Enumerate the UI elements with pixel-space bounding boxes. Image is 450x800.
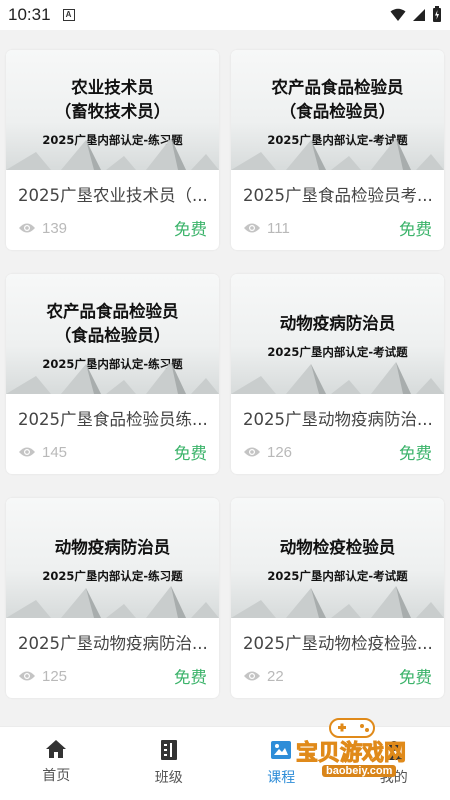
view-count-value: 139 <box>42 219 68 237</box>
thumb-title-2: （食品检验员） <box>54 326 171 345</box>
watermark-url: baobeiy.com <box>322 765 397 777</box>
view-count-value: 126 <box>267 443 293 461</box>
course-card[interactable]: 动物疫病防治员 2025广垦内部认定-考试题 2025广垦动物疫病防治... 1… <box>231 274 444 474</box>
view-count: 125 <box>18 668 67 685</box>
battery-icon <box>433 6 441 22</box>
course-meta: 22 免费 <box>231 656 444 688</box>
course-title: 2025广垦动物疫病防治... <box>18 634 208 653</box>
course-title: 2025广垦动物疫病防治... <box>243 410 433 429</box>
status-bar: 10:31 A <box>0 0 450 30</box>
course-card[interactable]: 动物疫病防治员 2025广垦内部认定-练习题 2025广垦动物疫病防治... 1… <box>6 498 219 698</box>
eye-icon <box>19 671 35 681</box>
mountain-decoration <box>6 138 219 170</box>
watermark-title: 宝贝游戏网 <box>295 741 407 767</box>
tab-label: 首页 <box>42 768 71 784</box>
course-title: 2025广垦食品检验员考... <box>243 186 433 205</box>
tab-home[interactable]: 首页 <box>0 727 113 800</box>
thumb-title-2: （食品检验员） <box>279 102 396 121</box>
price-label: 免费 <box>174 444 207 463</box>
mountain-decoration <box>231 586 444 618</box>
thumb-title: 动物疫病防治员 <box>54 538 171 557</box>
thumb-title: 动物疫病防治员 <box>279 314 396 333</box>
thumb-title: 农产品食品检验员 <box>46 302 179 321</box>
price-label: 免费 <box>174 668 207 687</box>
thumb-title: 农业技术员 <box>71 78 154 97</box>
mountain-decoration <box>6 586 219 618</box>
price-label: 免费 <box>174 220 207 239</box>
course-title: 2025广垦食品检验员练... <box>18 410 208 429</box>
course-grid: 农业技术员 （畜牧技术员） 2025广垦内部认定-练习题 2025广垦农业技术员… <box>0 30 450 726</box>
notification-a-icon: A <box>62 9 75 21</box>
price-label: 免费 <box>399 444 432 463</box>
home-icon <box>46 740 67 758</box>
view-count-value: 111 <box>267 219 290 237</box>
thumb-title: 农产品食品检验员 <box>271 78 404 97</box>
status-icons <box>390 6 442 23</box>
view-count-value: 125 <box>42 667 68 685</box>
course-meta: 145 免费 <box>6 432 219 464</box>
course-icon <box>271 741 292 759</box>
course-thumbnail: 农产品食品检验员 （食品检验员） 2025广垦内部认定-考试题 <box>231 50 444 170</box>
eye-icon <box>244 671 260 681</box>
course-row: 农产品食品检验员 （食品检验员） 2025广垦内部认定-练习题 2025广垦食品… <box>6 274 444 474</box>
eye-icon <box>244 447 260 457</box>
wifi-icon <box>390 8 406 21</box>
eye-icon <box>19 447 35 457</box>
view-count: 22 <box>243 668 284 685</box>
tab-label: 课程 <box>267 770 296 786</box>
view-count: 126 <box>243 444 292 461</box>
mountain-decoration <box>6 362 219 394</box>
price-label: 免费 <box>399 220 432 239</box>
course-thumbnail: 动物疫病防治员 2025广垦内部认定-考试题 <box>231 274 444 394</box>
course-meta: 139 免费 <box>6 208 219 240</box>
watermark-logo: 宝贝游戏网 baobeiy.com <box>295 715 448 800</box>
course-title: 2025广垦动物检疫检验... <box>243 634 433 653</box>
course-thumbnail: 动物疫病防治员 2025广垦内部认定-练习题 <box>6 498 219 618</box>
course-meta: 125 免费 <box>6 656 219 688</box>
eye-icon <box>19 223 35 233</box>
view-count: 111 <box>243 220 290 237</box>
course-card[interactable]: 农产品食品检验员 （食品检验员） 2025广垦内部认定-考试题 2025广垦食品… <box>231 50 444 250</box>
course-thumbnail: 农产品食品检验员 （食品检验员） 2025广垦内部认定-练习题 <box>6 274 219 394</box>
price-label: 免费 <box>399 668 432 687</box>
mountain-decoration <box>231 362 444 394</box>
class-icon <box>160 740 177 760</box>
thumb-title: 动物检疫检验员 <box>279 538 396 557</box>
course-card[interactable]: 动物检疫检验员 2025广垦内部认定-考试题 2025广垦动物检疫检验... 2… <box>231 498 444 698</box>
signal-icon <box>413 8 425 21</box>
course-card[interactable]: 农业技术员 （畜牧技术员） 2025广垦内部认定-练习题 2025广垦农业技术员… <box>6 50 219 250</box>
course-meta: 111 免费 <box>231 208 444 240</box>
view-count-value: 145 <box>42 443 68 461</box>
course-title: 2025广垦农业技术员（... <box>18 186 208 205</box>
thumb-title-2: （畜牧技术员） <box>54 102 171 121</box>
course-thumbnail: 农业技术员 （畜牧技术员） 2025广垦内部认定-练习题 <box>6 50 219 170</box>
status-time: 10:31 <box>8 5 51 24</box>
course-thumbnail: 动物检疫检验员 2025广垦内部认定-考试题 <box>231 498 444 618</box>
tab-class[interactable]: 班级 <box>113 727 226 800</box>
course-meta: 126 免费 <box>231 432 444 464</box>
eye-icon <box>244 223 260 233</box>
mountain-decoration <box>231 138 444 170</box>
view-count-value: 22 <box>267 667 284 685</box>
course-row: 动物疫病防治员 2025广垦内部认定-练习题 2025广垦动物疫病防治... 1… <box>6 498 444 698</box>
course-card[interactable]: 农产品食品检验员 （食品检验员） 2025广垦内部认定-练习题 2025广垦食品… <box>6 274 219 474</box>
view-count: 139 <box>18 220 67 237</box>
course-row: 农业技术员 （畜牧技术员） 2025广垦内部认定-练习题 2025广垦农业技术员… <box>6 50 444 250</box>
view-count: 145 <box>18 444 67 461</box>
tab-label: 班级 <box>154 770 183 786</box>
